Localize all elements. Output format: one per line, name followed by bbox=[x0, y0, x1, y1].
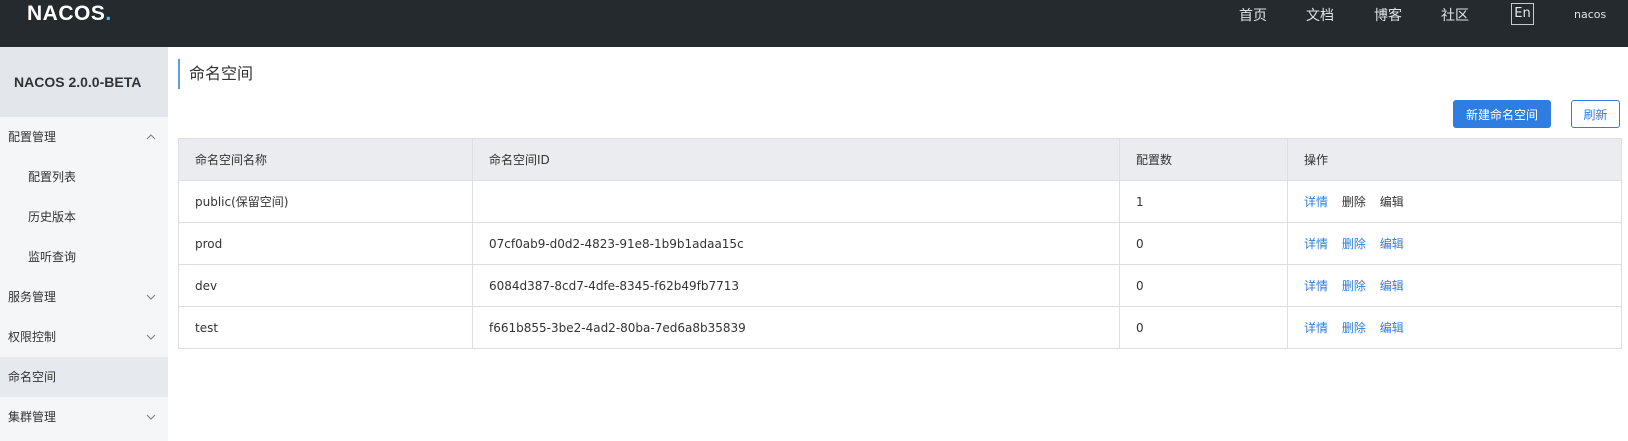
sidebar-item-label: 配置列表 bbox=[28, 170, 77, 184]
row-operations: 详情 删除 编辑 bbox=[1287, 180, 1622, 223]
edit-link[interactable]: 编辑 bbox=[1380, 277, 1404, 294]
row-operations: 详情 删除 编辑 bbox=[1287, 306, 1622, 349]
page-title-block: 命名空间 bbox=[178, 59, 253, 89]
namespace-name: test bbox=[178, 306, 473, 349]
detail-link[interactable]: 详情 bbox=[1304, 235, 1328, 252]
column-header-name: 命名空间名称 bbox=[178, 138, 473, 181]
sidebar-item-label: 集群管理 bbox=[8, 410, 57, 424]
namespace-name: public(保留空间) bbox=[178, 180, 473, 223]
sidebar-item-config-management[interactable]: 配置管理 bbox=[0, 117, 168, 157]
sidebar-title: NACOS 2.0.0-BETA bbox=[0, 47, 168, 117]
namespace-id: f661b855-3be2-4ad2-80ba-7ed6a8b35839 bbox=[472, 306, 1120, 349]
sidebar-item-label: 配置管理 bbox=[8, 130, 57, 144]
sidebar-item-cluster-management[interactable]: 集群管理 bbox=[0, 397, 168, 437]
namespace-table: 命名空间名称 命名空间ID 配置数 操作 public(保留空间) 1 详情 删… bbox=[178, 138, 1622, 349]
row-operations: 详情 删除 编辑 bbox=[1287, 264, 1622, 307]
nav-blog[interactable]: 博客 bbox=[1374, 5, 1402, 25]
config-count: 1 bbox=[1119, 180, 1288, 223]
edit-link-disabled: 编辑 bbox=[1379, 195, 1404, 209]
config-count: 0 bbox=[1119, 264, 1288, 307]
language-toggle-button[interactable]: En bbox=[1511, 3, 1534, 25]
nav-home[interactable]: 首页 bbox=[1239, 5, 1267, 25]
delete-link[interactable]: 删除 bbox=[1342, 235, 1366, 252]
nav-docs[interactable]: 文档 bbox=[1306, 5, 1334, 25]
sidebar-item-service-management[interactable]: 服务管理 bbox=[0, 277, 168, 317]
config-count: 0 bbox=[1119, 306, 1288, 349]
namespace-id: 07cf0ab9-d0d2-4823-91e8-1b9b1adaa15c bbox=[472, 222, 1120, 265]
top-nav: 首页 文档 博客 社区 En nacos bbox=[0, 0, 1628, 28]
edit-link[interactable]: 编辑 bbox=[1380, 319, 1404, 336]
table-header-row: 命名空间名称 命名空间ID 配置数 操作 bbox=[178, 138, 1622, 181]
user-menu[interactable]: nacos bbox=[1574, 8, 1606, 21]
delete-link[interactable]: 删除 bbox=[1342, 277, 1366, 294]
sidebar-item-namespace[interactable]: 命名空间 bbox=[0, 357, 168, 397]
sidebar-item-label: 命名空间 bbox=[8, 370, 57, 384]
table-row: test f661b855-3be2-4ad2-80ba-7ed6a8b3583… bbox=[178, 306, 1622, 349]
nav-community[interactable]: 社区 bbox=[1441, 5, 1469, 25]
top-navbar: NA C OS. 首页 文档 博客 社区 En nacos bbox=[0, 0, 1628, 47]
sidebar-item-label: 权限控制 bbox=[8, 330, 57, 344]
table-row: dev 6084d387-8cd7-4dfe-8345-f62b49fb7713… bbox=[178, 264, 1622, 307]
sidebar-item-label: 监听查询 bbox=[28, 250, 77, 264]
sidebar-item-label: 历史版本 bbox=[28, 210, 77, 224]
detail-link[interactable]: 详情 bbox=[1304, 277, 1328, 294]
chevron-down-icon bbox=[146, 317, 156, 357]
namespace-id bbox=[472, 180, 1120, 223]
new-namespace-button[interactable]: 新建命名空间 bbox=[1453, 100, 1551, 128]
refresh-button[interactable]: 刷新 bbox=[1571, 100, 1620, 128]
table-row: prod 07cf0ab9-d0d2-4823-91e8-1b9b1adaa15… bbox=[178, 222, 1622, 265]
delete-link-disabled: 删除 bbox=[1341, 195, 1366, 209]
sidebar-item-history[interactable]: 历史版本 bbox=[0, 197, 168, 237]
chevron-down-icon bbox=[146, 397, 156, 437]
row-operations: 详情 删除 编辑 bbox=[1287, 222, 1622, 265]
edit-link[interactable]: 编辑 bbox=[1380, 235, 1404, 252]
column-header-config-count: 配置数 bbox=[1119, 138, 1288, 181]
detail-link[interactable]: 详情 bbox=[1304, 319, 1328, 336]
sidebar-item-listener-query[interactable]: 监听查询 bbox=[0, 237, 168, 277]
namespace-name: dev bbox=[178, 264, 473, 307]
column-header-id: 命名空间ID bbox=[472, 138, 1120, 181]
sidebar-item-access-control[interactable]: 权限控制 bbox=[0, 317, 168, 357]
sidebar-item-label: 服务管理 bbox=[8, 290, 57, 304]
config-count: 0 bbox=[1119, 222, 1288, 265]
detail-link[interactable]: 详情 bbox=[1304, 193, 1328, 210]
page-title: 命名空间 bbox=[189, 64, 254, 83]
column-header-operations: 操作 bbox=[1287, 138, 1622, 181]
chevron-down-icon bbox=[146, 277, 156, 317]
sidebar-item-config-list[interactable]: 配置列表 bbox=[0, 157, 168, 197]
chevron-up-icon bbox=[146, 117, 156, 157]
namespace-id: 6084d387-8cd7-4dfe-8345-f62b49fb7713 bbox=[472, 264, 1120, 307]
delete-link[interactable]: 删除 bbox=[1342, 319, 1366, 336]
table-row: public(保留空间) 1 详情 删除 编辑 bbox=[178, 180, 1622, 223]
sidebar: NACOS 2.0.0-BETA 配置管理 配置列表 历史版本 监听查询 服务管… bbox=[0, 47, 168, 441]
namespace-name: prod bbox=[178, 222, 473, 265]
